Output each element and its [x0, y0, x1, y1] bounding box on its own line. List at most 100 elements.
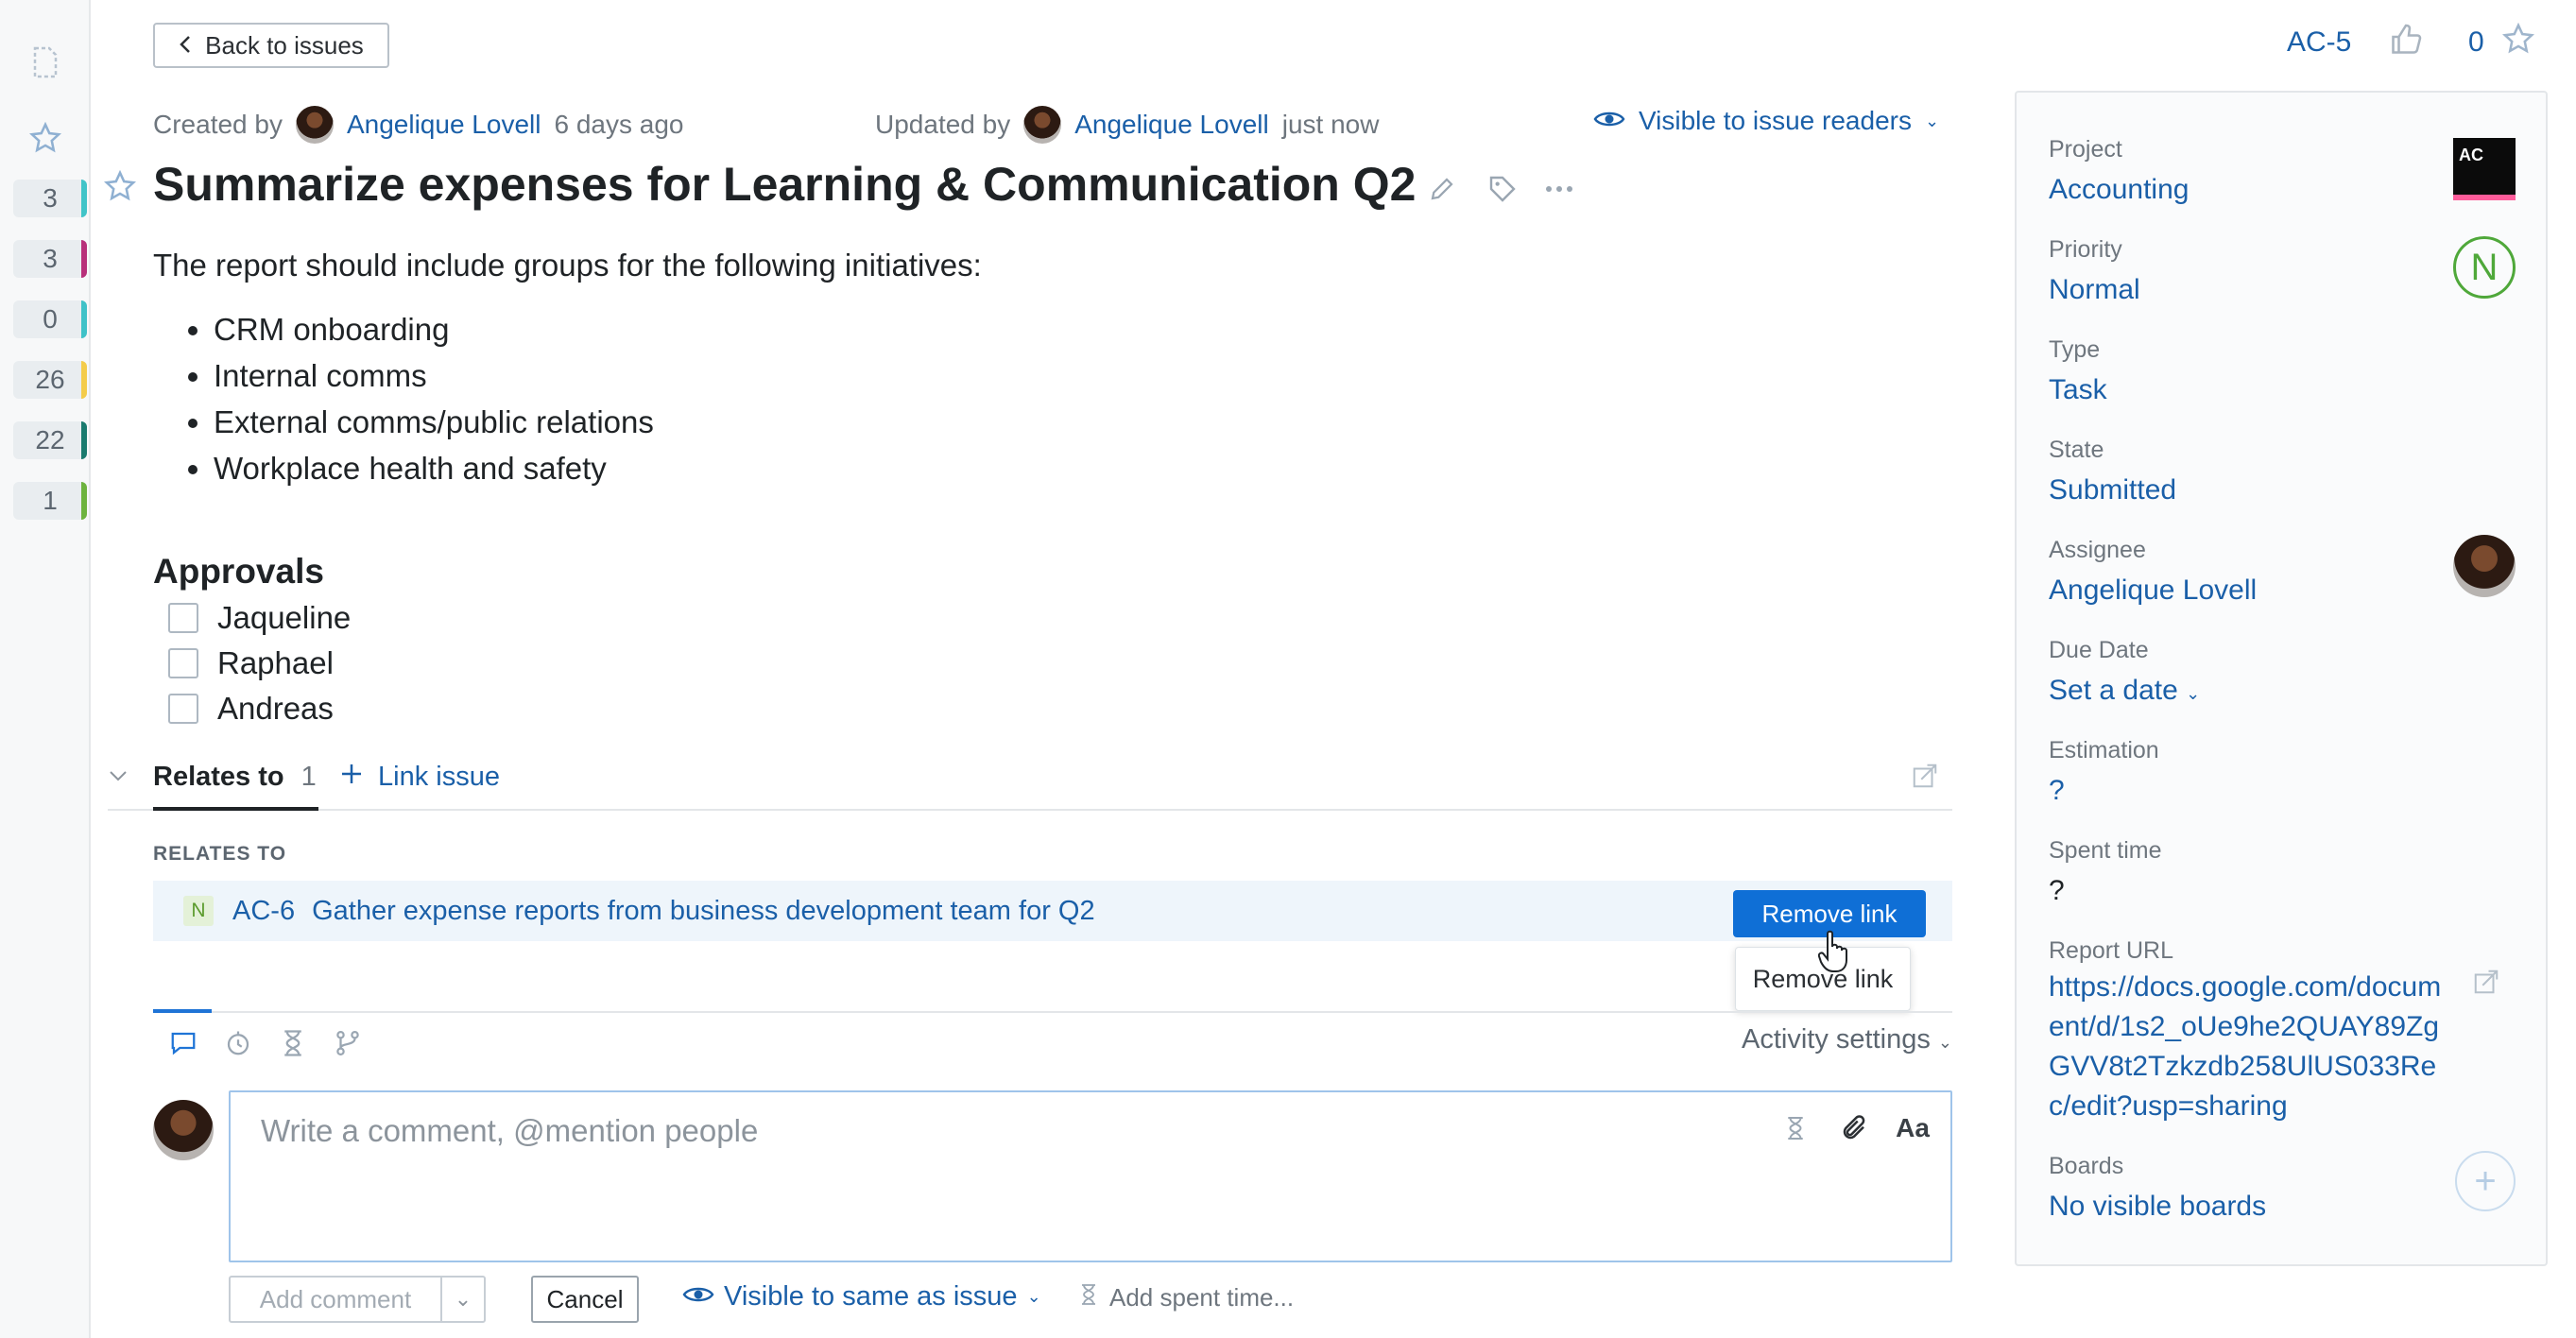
due-date-value[interactable]: Set a date ⌄: [2049, 675, 2200, 707]
counter-4[interactable]: 26: [13, 361, 87, 399]
due-date-label: Due Date: [2049, 637, 2149, 663]
linked-issue-summary[interactable]: Gather expense reports from business dev…: [312, 896, 1095, 927]
created-meta: Created by Angelique Lovell 6 days ago: [153, 106, 683, 144]
list-item: Internal comms: [214, 352, 654, 399]
estimation-value[interactable]: ?: [2049, 775, 2065, 807]
issue-id[interactable]: AC-5: [2287, 26, 2351, 59]
chevron-down-icon: ⌄: [454, 1287, 472, 1311]
history-tab-icon[interactable]: [219, 1024, 257, 1062]
visibility-dropdown[interactable]: Visible to issue readers ⌄: [1593, 106, 1939, 136]
counter-5[interactable]: 22: [13, 421, 87, 459]
list-item: External comms/public relations: [214, 399, 654, 445]
open-in-new-icon[interactable]: [2472, 968, 2504, 1000]
type-value[interactable]: Task: [2049, 374, 2107, 406]
approval-item: Jaqueline: [168, 599, 351, 637]
add-comment-button[interactable]: Add comment: [229, 1276, 442, 1323]
updated-time: just now: [1281, 110, 1380, 139]
add-board-button[interactable]: +: [2455, 1151, 2516, 1211]
chevron-down-icon: ⌄: [1924, 111, 1940, 130]
project-logo: AC: [2453, 138, 2516, 200]
approval-checkbox[interactable]: [168, 603, 198, 633]
activity-settings-dropdown[interactable]: Activity settings ⌄: [1742, 1024, 1952, 1055]
approval-checkbox[interactable]: [168, 694, 198, 724]
star-icon[interactable]: [103, 169, 142, 208]
collapse-chevron-icon[interactable]: [108, 769, 136, 798]
open-in-new-icon[interactable]: [1911, 762, 1943, 794]
links-header: Relates to 1 Link issue: [108, 762, 1952, 811]
issue-title[interactable]: Summarize expenses for Learning & Commun…: [153, 157, 1416, 212]
assignee-avatar: [2453, 535, 2516, 597]
counter-1[interactable]: 3: [13, 180, 87, 217]
comment-visibility-dropdown[interactable]: Visible to same as issue ⌄: [682, 1281, 1041, 1312]
chevron-down-icon: ⌄: [1937, 1033, 1952, 1052]
boards-label: Boards: [2049, 1153, 2124, 1179]
comments-tab-icon[interactable]: [164, 1024, 202, 1062]
creator-link[interactable]: Angelique Lovell: [347, 110, 541, 140]
linked-issue-row[interactable]: N AC-6 Gather expense reports from busin…: [153, 881, 1952, 941]
updated-meta: Updated by Angelique Lovell just now: [875, 106, 1379, 144]
list-item: CRM onboarding: [214, 306, 654, 352]
relates-section-label: RELATES TO: [153, 843, 287, 865]
active-tab-indicator: [153, 1009, 212, 1013]
edit-icon[interactable]: [1423, 170, 1461, 208]
created-time: 6 days ago: [554, 110, 684, 139]
approval-item: Raphael: [168, 644, 334, 682]
counter-6[interactable]: 1: [13, 482, 87, 520]
approval-item: Andreas: [168, 690, 334, 728]
tab-relates-to[interactable]: Relates to 1: [153, 762, 318, 811]
approval-checkbox[interactable]: [168, 648, 198, 678]
star-icon[interactable]: [26, 119, 64, 157]
vcs-tab-icon[interactable]: [329, 1024, 367, 1062]
list-item: Workplace health and safety: [214, 445, 654, 491]
updater-link[interactable]: Angelique Lovell: [1074, 110, 1269, 140]
project-label: Project: [2049, 136, 2122, 163]
linked-issue-id[interactable]: AC-6: [232, 896, 295, 927]
issue-fields-panel: Project Accounting AC Priority Normal N …: [2015, 91, 2548, 1266]
hourglass-icon: [1079, 1281, 1098, 1314]
star-icon[interactable]: [2501, 22, 2540, 60]
work-items-tab-icon[interactable]: [274, 1024, 312, 1062]
current-user-avatar: [153, 1100, 214, 1160]
more-icon[interactable]: [1540, 170, 1578, 208]
report-url-label: Report URL: [2049, 937, 2173, 964]
avatar: [1023, 106, 1062, 144]
document-icon[interactable]: [26, 43, 64, 81]
cancel-button[interactable]: Cancel: [531, 1276, 639, 1323]
spent-time-value: ?: [2049, 875, 2065, 906]
priority-label: Priority: [2049, 236, 2122, 263]
tag-icon[interactable]: [1484, 170, 1521, 208]
counter-2[interactable]: 3: [13, 240, 87, 278]
priority-value[interactable]: Normal: [2049, 274, 2140, 306]
vote-count: 0: [2468, 26, 2484, 58]
project-value[interactable]: Accounting: [2049, 174, 2189, 206]
chevron-left-icon: [179, 31, 192, 60]
chevron-down-icon: ⌄: [2186, 684, 2201, 703]
priority-badge: N: [183, 896, 214, 926]
state-value[interactable]: Submitted: [2049, 474, 2176, 506]
plus-icon: [340, 762, 363, 793]
back-to-issues-button[interactable]: Back to issues: [153, 23, 389, 68]
approvals-heading: Approvals: [153, 552, 324, 591]
link-issue-button[interactable]: Link issue: [340, 762, 500, 793]
initiatives-list: CRM onboarding Internal comms External c…: [214, 306, 654, 491]
comment-input[interactable]: [261, 1113, 1678, 1149]
spent-time-label: Spent time: [2049, 837, 2162, 864]
text-format-button[interactable]: Aa: [1894, 1109, 1932, 1147]
counter-3[interactable]: 0: [13, 300, 87, 338]
thumbs-up-icon[interactable]: [2389, 23, 2430, 64]
comment-editor[interactable]: Aa: [229, 1090, 1952, 1262]
add-spent-time-button[interactable]: Add spent time...: [1079, 1281, 1294, 1314]
back-label: Back to issues: [205, 30, 364, 60]
assignee-value[interactable]: Angelique Lovell: [2049, 575, 2257, 607]
chevron-down-icon: ⌄: [1026, 1287, 1041, 1306]
add-comment-options-button[interactable]: ⌄: [440, 1276, 486, 1323]
avatar: [295, 106, 334, 144]
hand-cursor-icon: [1817, 930, 1852, 973]
state-label: State: [2049, 437, 2104, 463]
attachment-icon[interactable]: [1835, 1109, 1873, 1147]
boards-value[interactable]: No visible boards: [2049, 1191, 2266, 1223]
report-url-link[interactable]: https://docs.google.com/document/d/1s2_o…: [2049, 968, 2455, 1126]
hourglass-icon[interactable]: [1777, 1109, 1814, 1147]
type-label: Type: [2049, 336, 2101, 363]
eye-icon: [682, 1281, 714, 1312]
